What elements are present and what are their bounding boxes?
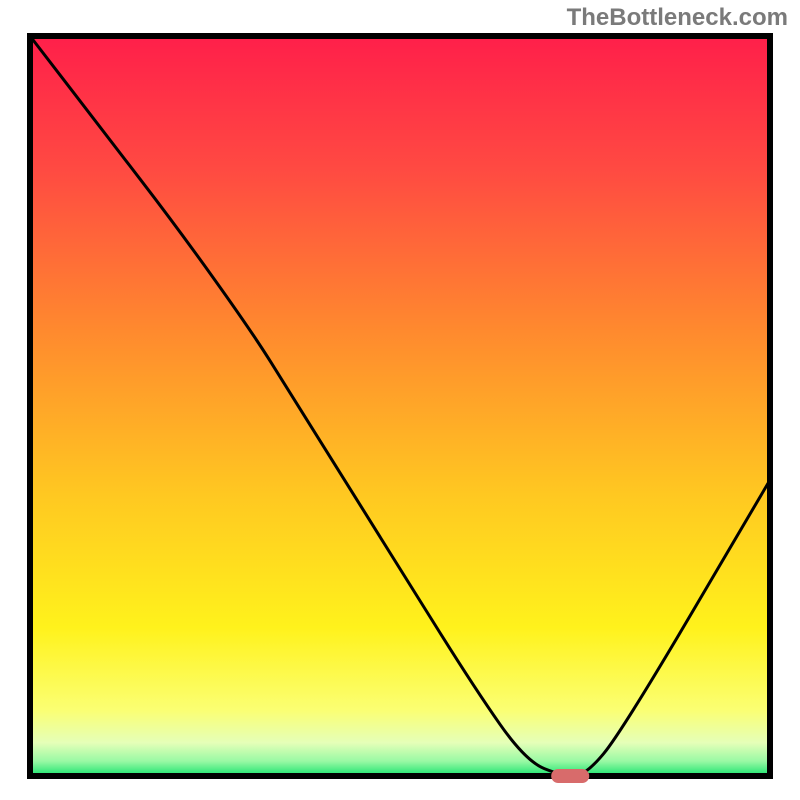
bottleneck-chart [0, 0, 800, 800]
watermark-text: TheBottleneck.com [567, 4, 788, 32]
plot-background [30, 36, 770, 776]
optimal-marker [551, 769, 589, 783]
chart-container: TheBottleneck.com [0, 0, 800, 800]
